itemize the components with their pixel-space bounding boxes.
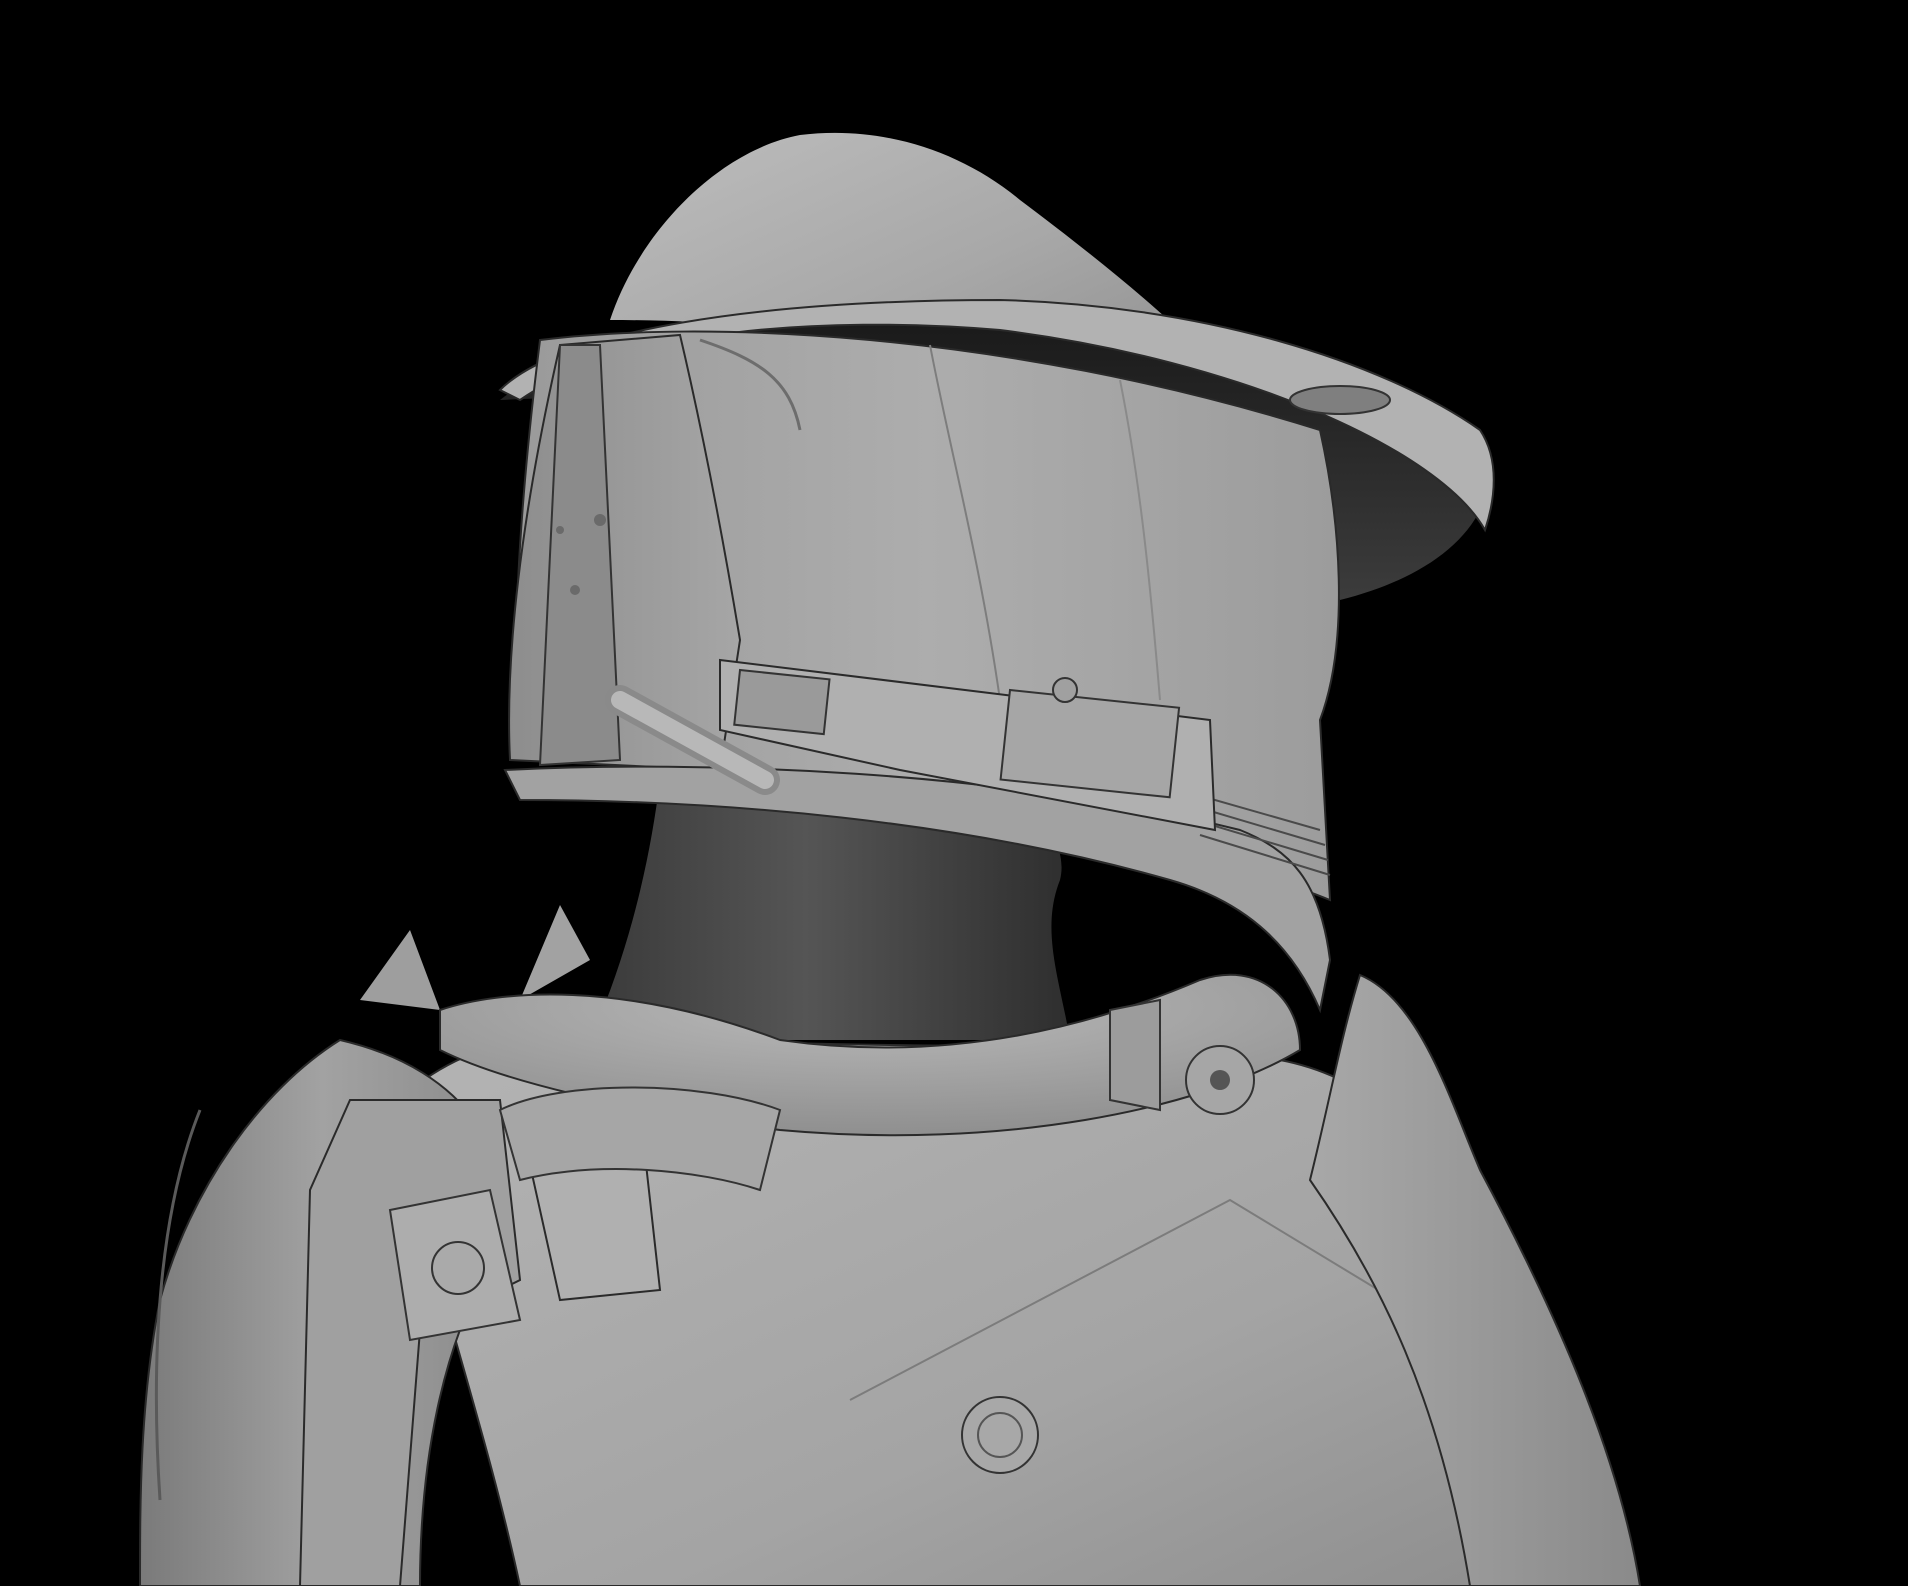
faceplate-rivet-icon (570, 585, 580, 595)
rail-screw-icon (1052, 677, 1078, 703)
render-viewport (0, 0, 1908, 1586)
brim-vent-icon (1289, 385, 1391, 415)
collar-bolt-hole-icon (1210, 1070, 1230, 1090)
faceplate-rivet-icon (556, 526, 564, 534)
strap-rivet-icon (431, 1241, 485, 1295)
chest-button-icon (961, 1396, 1039, 1474)
faceplate-rivet-icon (594, 514, 606, 526)
render-canvas (139, 132, 1642, 1586)
